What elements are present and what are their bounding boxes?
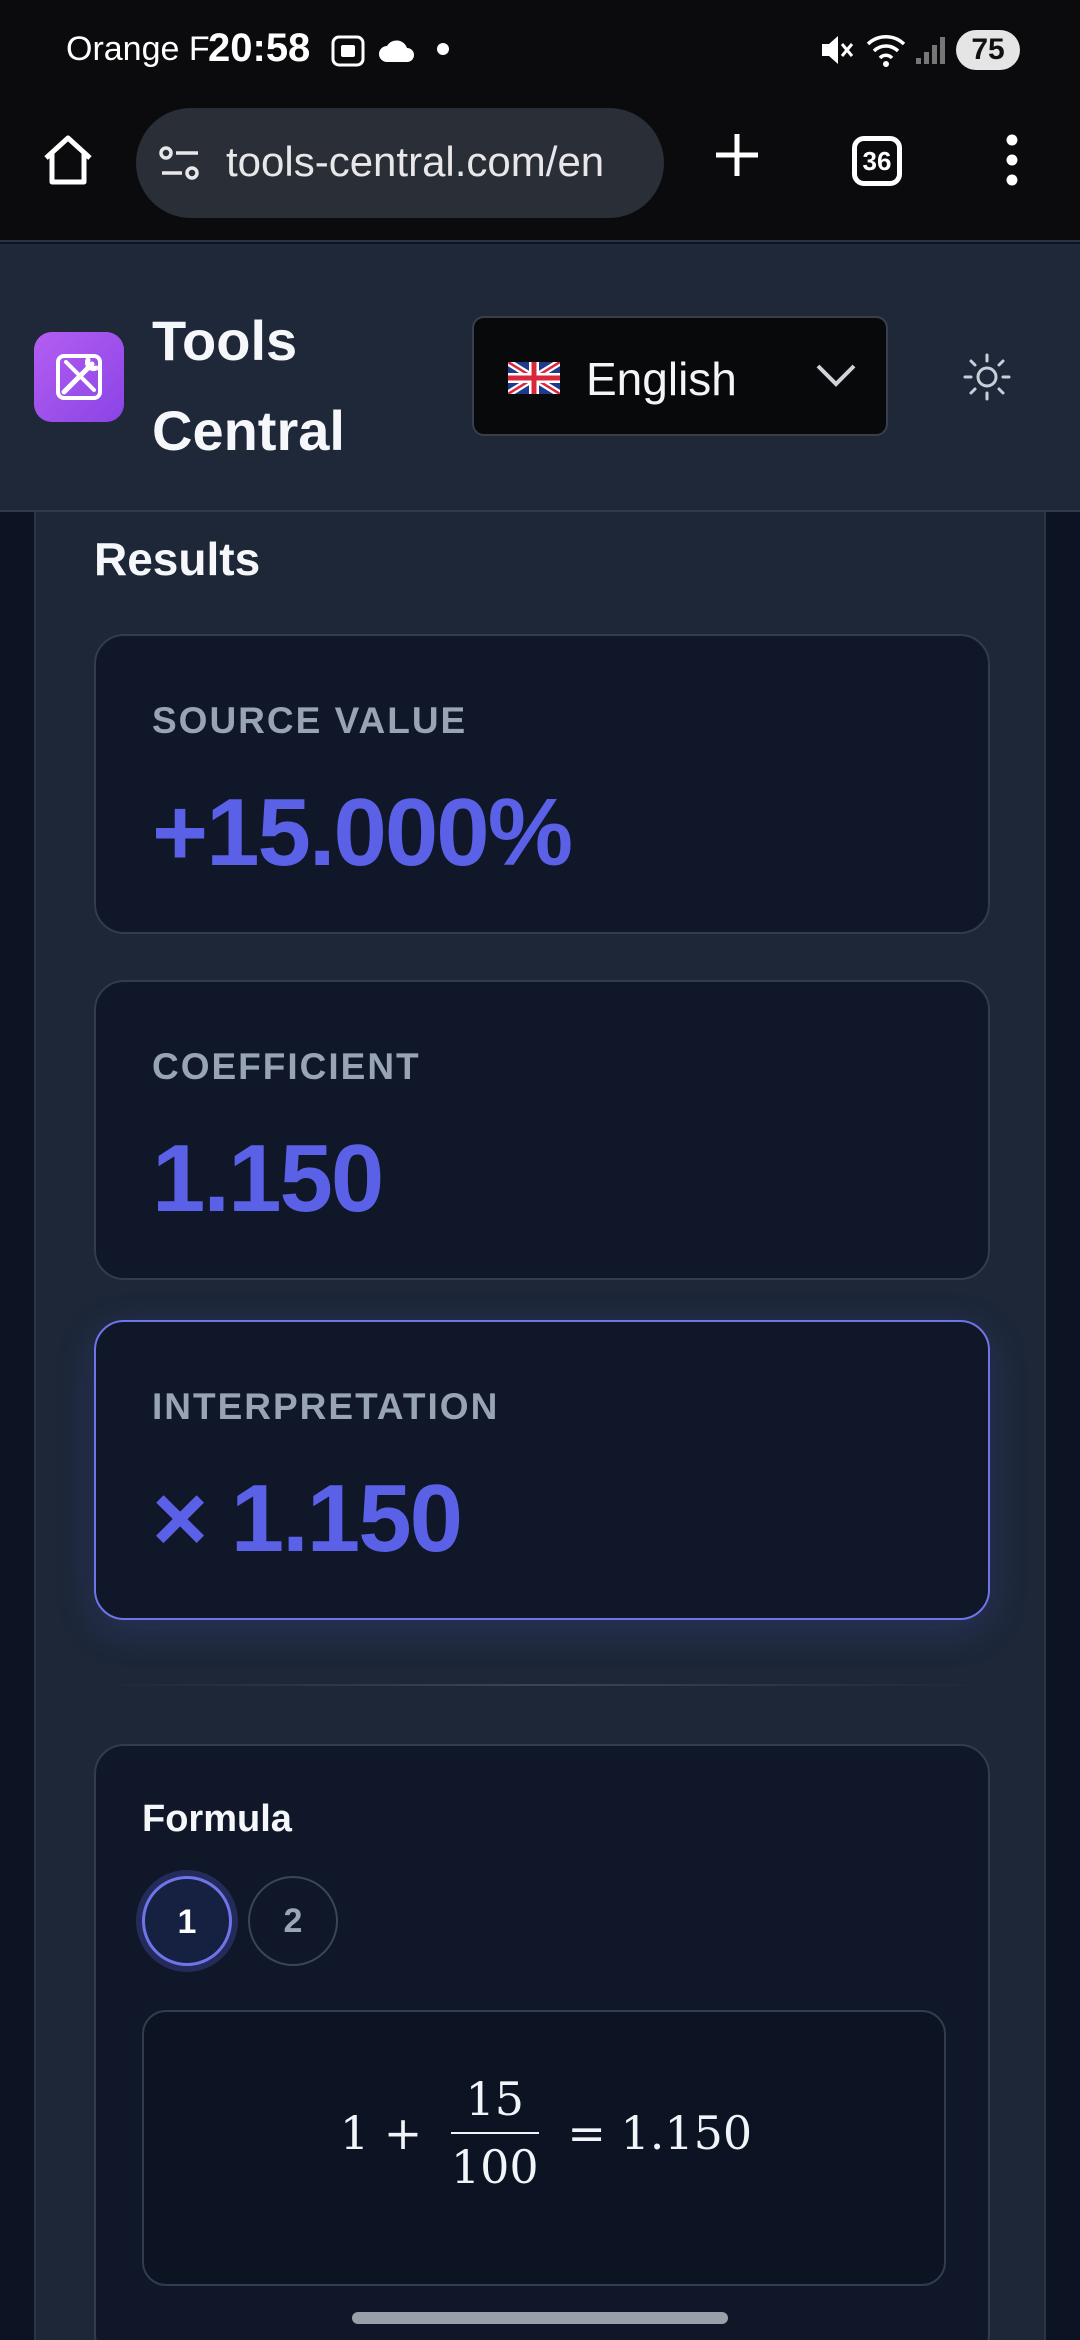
- formula-step-2[interactable]: 2: [248, 1876, 338, 1966]
- site-settings-icon[interactable]: [158, 143, 202, 183]
- source-value: +15.000%: [152, 779, 573, 886]
- formula-rhs: = 1.150: [567, 2106, 753, 2160]
- brand-line-2: Central: [152, 399, 345, 462]
- source-value-card: SOURCE VALUE +15.000%: [94, 634, 990, 934]
- more-options-icon[interactable]: [1002, 130, 1022, 190]
- signal-icon: [916, 37, 945, 64]
- results-heading: Results: [94, 533, 261, 585]
- section-divider: [94, 1684, 990, 1686]
- interpretation-value: × 1.150: [152, 1465, 463, 1572]
- source-value-label: SOURCE VALUE: [152, 700, 468, 741]
- coefficient-card: COEFFICIENT 1.150: [94, 980, 990, 1280]
- coefficient-value: 1.150: [152, 1125, 384, 1232]
- sun-icon[interactable]: [962, 352, 1012, 402]
- gesture-navigation-bar[interactable]: [352, 2312, 728, 2324]
- formula-fraction: 15 100: [450, 2072, 539, 2194]
- chevron-down-icon: [816, 364, 856, 387]
- formula-numerator: 15: [450, 2072, 539, 2134]
- results-panel: Results SOURCE VALUE +15.000% COEFFICIEN…: [34, 512, 1046, 2340]
- carrier-name: Orange F: [66, 30, 210, 68]
- status-bar: Orange F 20:58 75: [0, 0, 1080, 100]
- formula-expression: 1 + 15 100 = 1.150: [144, 2072, 948, 2194]
- formula-denominator: 100: [450, 2140, 539, 2194]
- formula-display: 1 + 15 100 = 1.150: [142, 2010, 946, 2286]
- brand-line-1: Tools: [152, 309, 298, 372]
- coefficient-label: COEFFICIENT: [152, 1046, 421, 1087]
- notification-dot-icon: [437, 43, 449, 55]
- wifi-icon: [866, 35, 906, 67]
- brand-name[interactable]: Tools Central: [152, 296, 345, 476]
- battery-level: 75: [956, 30, 1020, 70]
- mute-icon: [822, 36, 854, 64]
- cloud-icon: [379, 40, 414, 62]
- formula-card: Formula 1 2 1 + 15 100 = 1.150: [94, 1744, 990, 2340]
- screenshot-icon: [331, 35, 365, 67]
- address-bar[interactable]: tools-central.com/en: [136, 108, 664, 218]
- formula-heading: Formula: [142, 1798, 292, 1840]
- tools-logo-icon[interactable]: [34, 332, 124, 422]
- tab-switcher-button[interactable]: 36: [852, 136, 902, 186]
- site-header: Tools Central English: [0, 244, 1080, 512]
- home-icon[interactable]: [38, 130, 98, 190]
- uk-flag-icon: [508, 362, 560, 394]
- new-tab-icon[interactable]: [712, 130, 762, 180]
- url-text[interactable]: tools-central.com/en: [226, 138, 656, 186]
- clock: 20:58: [208, 26, 311, 70]
- formula-step-1[interactable]: 1: [142, 1876, 232, 1966]
- language-label: English: [586, 353, 737, 405]
- interpretation-label: INTERPRETATION: [152, 1386, 500, 1427]
- formula-lhs: 1 +: [339, 2106, 423, 2160]
- browser-toolbar: tools-central.com/en 36: [0, 100, 1080, 242]
- interpretation-card: INTERPRETATION × 1.150: [94, 1320, 990, 1620]
- language-selector[interactable]: English: [472, 316, 888, 436]
